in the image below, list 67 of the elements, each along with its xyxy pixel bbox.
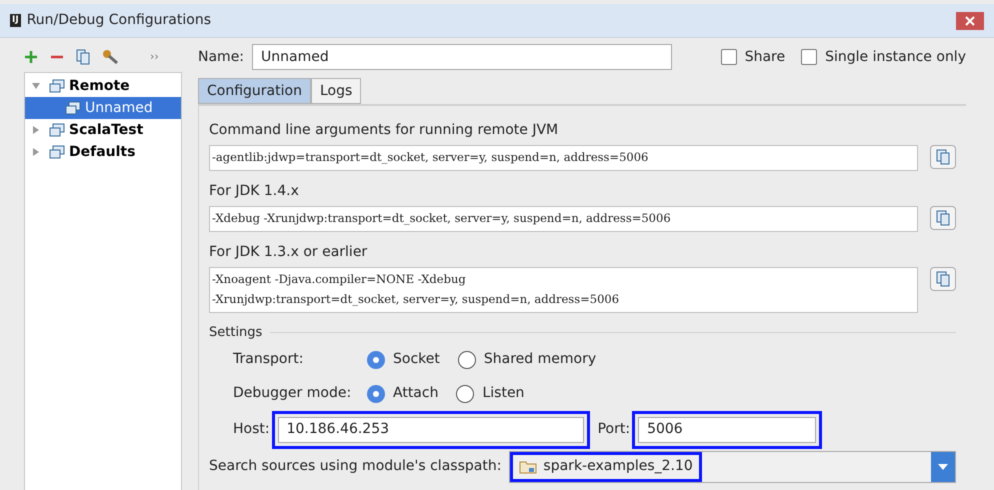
settings-heading: Settings bbox=[209, 324, 262, 342]
section-label: For JDK 1.4.x bbox=[209, 182, 300, 201]
radio-button[interactable] bbox=[456, 384, 474, 402]
copy-button[interactable] bbox=[930, 145, 956, 169]
section-label: For JDK 1.3.x or earlier bbox=[209, 243, 368, 262]
caret-icon bbox=[938, 464, 948, 470]
checkbox[interactable] bbox=[801, 49, 818, 65]
arguments-field[interactable]: -Xdebug -Xrunjdwp:transport=dt_socket, server=y, suspend=n, address=5006 bbox=[209, 206, 918, 232]
radio-label: Shared memory bbox=[484, 350, 596, 369]
close-button[interactable] bbox=[956, 12, 984, 30]
copy-icon bbox=[935, 210, 951, 226]
copy-icon[interactable] bbox=[76, 49, 90, 65]
expand-arrow-icon[interactable] bbox=[31, 147, 41, 157]
text-field[interactable]: 10.186.46.253 bbox=[278, 416, 584, 442]
argument-line: -Xrunjdwp:transport=dt_socket, server=y, suspend=n, address=5006 bbox=[212, 291, 620, 308]
app-logo: IJ bbox=[10, 14, 21, 28]
copy-icon bbox=[935, 149, 951, 165]
folder-icon bbox=[519, 460, 538, 474]
arguments-field[interactable]: -agentlib:jdwp=transport=dt_socket, server=y, suspend=n, address=5006 bbox=[209, 145, 918, 171]
section-label: Command line arguments for running remote JVM bbox=[209, 121, 560, 140]
checkbox-label: Single instance only bbox=[825, 48, 966, 66]
module-name: spark-examples_2.10 bbox=[543, 457, 693, 476]
tree-label: ScalaTest bbox=[69, 120, 144, 140]
text-field[interactable]: 5006 bbox=[638, 416, 816, 442]
name-field[interactable]: Unnamed bbox=[252, 44, 672, 70]
close-icon bbox=[965, 16, 975, 26]
module-label: Search sources using module's classpath: bbox=[209, 457, 502, 476]
window-title: Run/Debug Configurations bbox=[26, 11, 211, 30]
window-icon bbox=[49, 145, 65, 159]
dropdown-button[interactable] bbox=[931, 452, 955, 482]
radio-button[interactable] bbox=[367, 384, 385, 402]
port-label: Port: bbox=[598, 420, 630, 439]
name-label: Name: bbox=[198, 48, 244, 66]
expand-arrow-icon[interactable] bbox=[31, 125, 41, 135]
module-dropdown[interactable]: spark-examples_2.10 bbox=[509, 450, 956, 482]
argument-line: -Xdebug -Xrunjdwp:transport=dt_socket, server=y, suspend=n, address=5006 bbox=[212, 210, 672, 228]
checkbox[interactable] bbox=[720, 49, 737, 65]
tree-label: Remote bbox=[69, 76, 130, 96]
radio-button[interactable] bbox=[367, 350, 385, 368]
tree-item[interactable]: Remote bbox=[25, 75, 181, 97]
tree-item[interactable]: Defaults bbox=[25, 141, 181, 163]
checkbox-label: Share bbox=[744, 48, 786, 66]
tree-label: Defaults bbox=[69, 142, 136, 162]
add-icon[interactable] bbox=[24, 50, 38, 64]
argument-line: -agentlib:jdwp=transport=dt_socket, server=y, suspend=n, address=5006 bbox=[212, 149, 650, 166]
tab[interactable]: Logs bbox=[310, 78, 362, 104]
host-label: Host: bbox=[233, 420, 270, 439]
window-icon bbox=[49, 123, 65, 137]
radio-label: Listen bbox=[482, 384, 524, 403]
arguments-field[interactable]: -Xnoagent -Djava.compiler=NONE -Xdebug -Xrunjdwp:transport=dt_socket, server=y, suspend=n, address=5006 bbox=[209, 267, 918, 313]
tab[interactable]: Configuration bbox=[198, 78, 311, 104]
more-button[interactable]: ›› bbox=[150, 48, 159, 66]
copy-icon bbox=[935, 271, 951, 287]
radio-group-label: Transport: bbox=[233, 350, 304, 369]
radio-label: Attach bbox=[393, 384, 438, 403]
radio-button[interactable] bbox=[458, 350, 476, 368]
window-icon bbox=[49, 79, 65, 93]
tree-label: Unnamed bbox=[85, 98, 153, 118]
radio-group-label: Debugger mode: bbox=[233, 384, 352, 403]
window-icon bbox=[65, 101, 81, 115]
argument-line: -Xnoagent -Djava.compiler=NONE -Xdebug bbox=[212, 271, 467, 288]
copy-button[interactable] bbox=[930, 267, 956, 291]
copy-button[interactable] bbox=[930, 206, 956, 230]
tree-item[interactable]: ScalaTest bbox=[25, 119, 181, 141]
radio-label: Socket bbox=[393, 350, 440, 369]
tree-item[interactable]: Unnamed bbox=[25, 97, 181, 119]
collapse-arrow-icon[interactable] bbox=[31, 81, 41, 91]
